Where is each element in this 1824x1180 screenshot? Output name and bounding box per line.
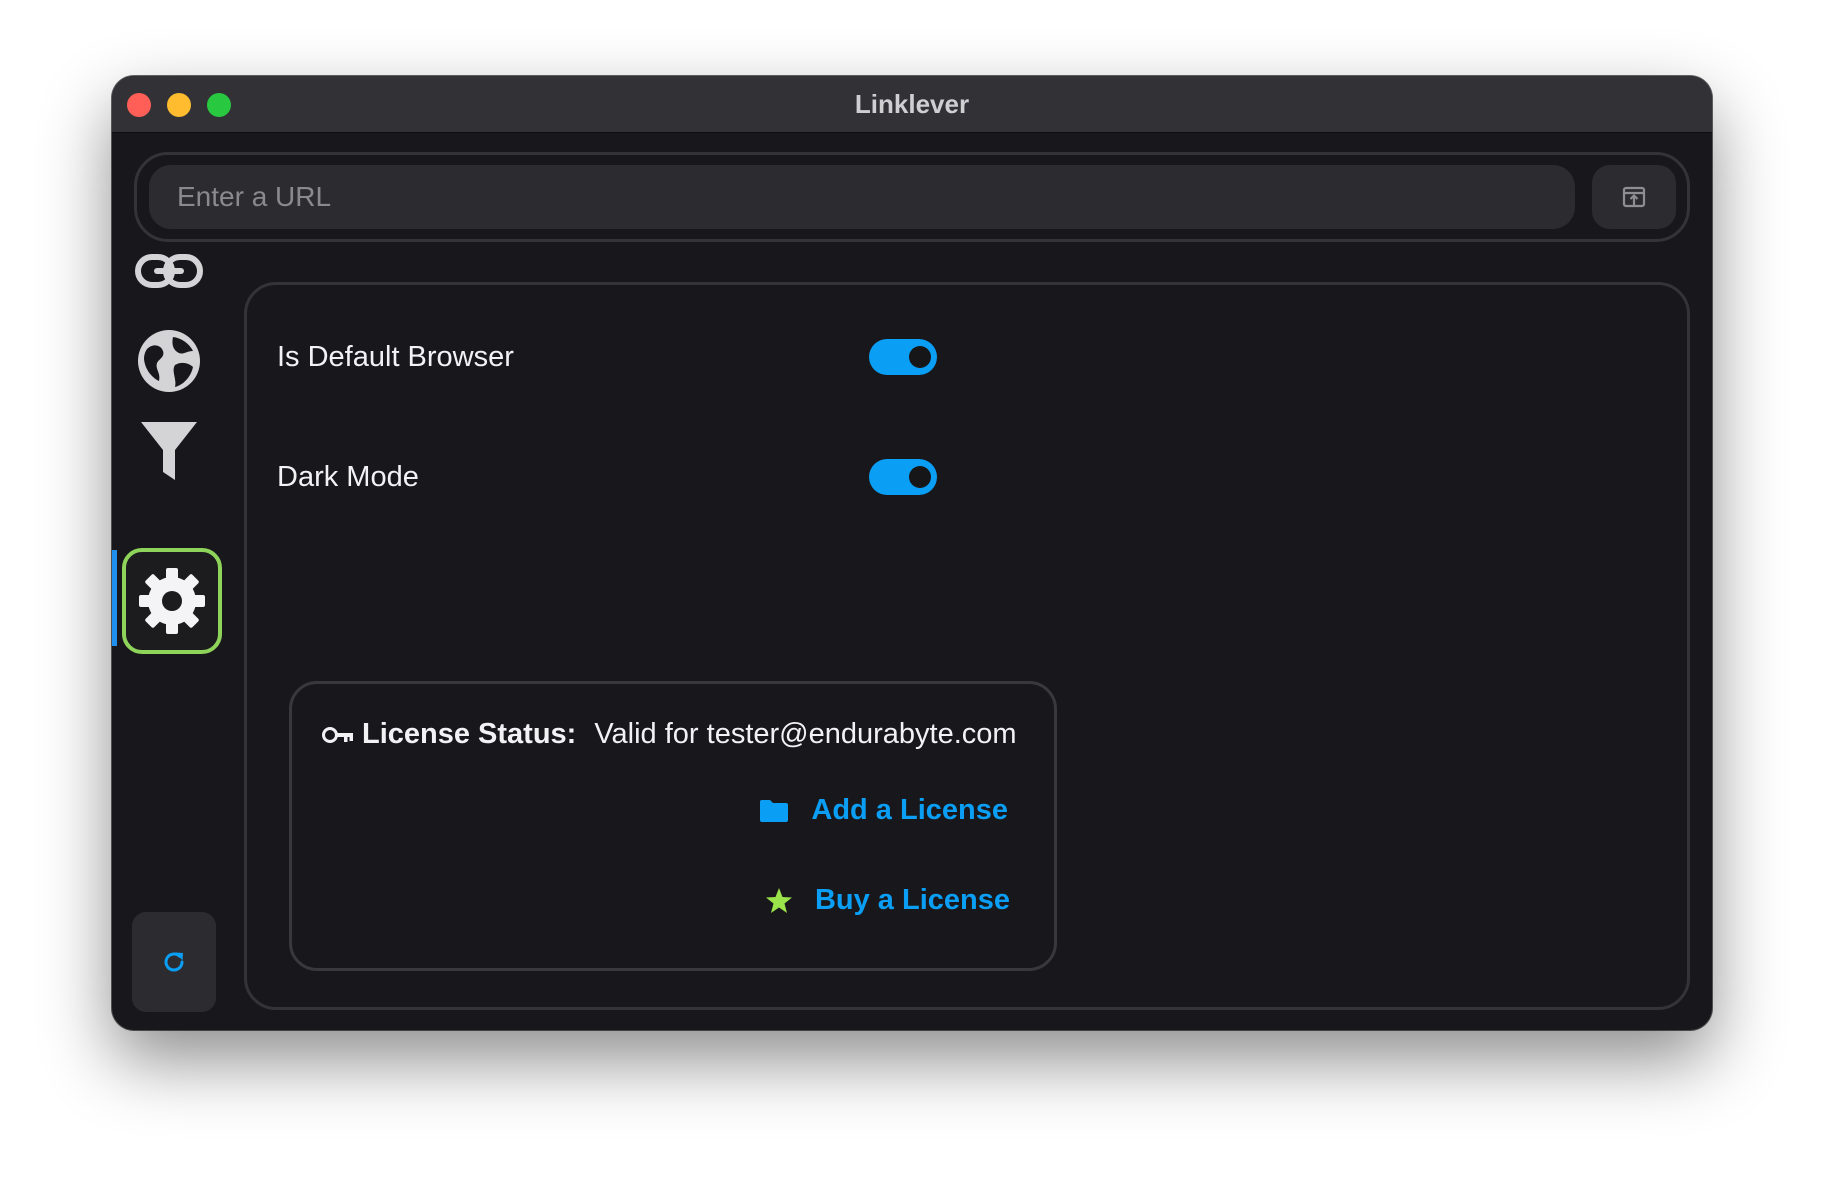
globe-icon <box>138 330 200 392</box>
refresh-button[interactable] <box>132 912 216 1012</box>
link-icon <box>135 254 203 288</box>
add-license-link[interactable]: Add a License <box>759 794 1008 827</box>
sidebar-item-links[interactable] <box>124 226 214 316</box>
filter-icon <box>141 422 197 480</box>
open-url-button[interactable] <box>1592 165 1676 229</box>
active-tab-indicator <box>112 550 117 646</box>
toggle-knob <box>909 346 931 368</box>
license-box: License Status: Valid for tester@endurab… <box>289 681 1057 971</box>
toggle-knob <box>909 466 931 488</box>
buy-license-link[interactable]: Buy a License <box>765 884 1010 917</box>
folder-icon <box>760 799 789 822</box>
dark-mode-toggle[interactable] <box>869 459 937 495</box>
open-in-window-icon <box>1622 186 1646 208</box>
settings-panel: Is Default Browser Dark Mode License Sta… <box>244 282 1690 1010</box>
url-input[interactable] <box>149 165 1575 229</box>
buy-license-label: Buy a License <box>814 884 1010 916</box>
add-license-label: Add a License <box>811 794 1008 826</box>
title-bar: Linklever <box>112 76 1712 133</box>
sidebar-item-filters[interactable] <box>124 406 214 496</box>
default-browser-label: Is Default Browser <box>277 341 514 373</box>
gear-icon <box>139 568 205 634</box>
default-browser-toggle[interactable] <box>869 339 937 375</box>
dark-mode-label: Dark Mode <box>277 461 419 493</box>
star-icon <box>765 887 792 913</box>
sidebar-item-settings[interactable] <box>122 548 222 654</box>
sidebar-item-browsers[interactable] <box>124 316 214 406</box>
window-title: Linklever <box>854 89 970 119</box>
app-window: Linklever Enter a URL Is Default Browser… <box>112 76 1712 1030</box>
license-status: License Status: Valid for tester@endurab… <box>322 718 1017 751</box>
license-status-value: Valid for tester@endurabyte.com <box>594 718 1017 750</box>
key-icon <box>322 726 353 743</box>
refresh-icon <box>164 952 184 972</box>
url-bar <box>134 152 1690 242</box>
license-status-label: License Status: <box>362 718 577 750</box>
